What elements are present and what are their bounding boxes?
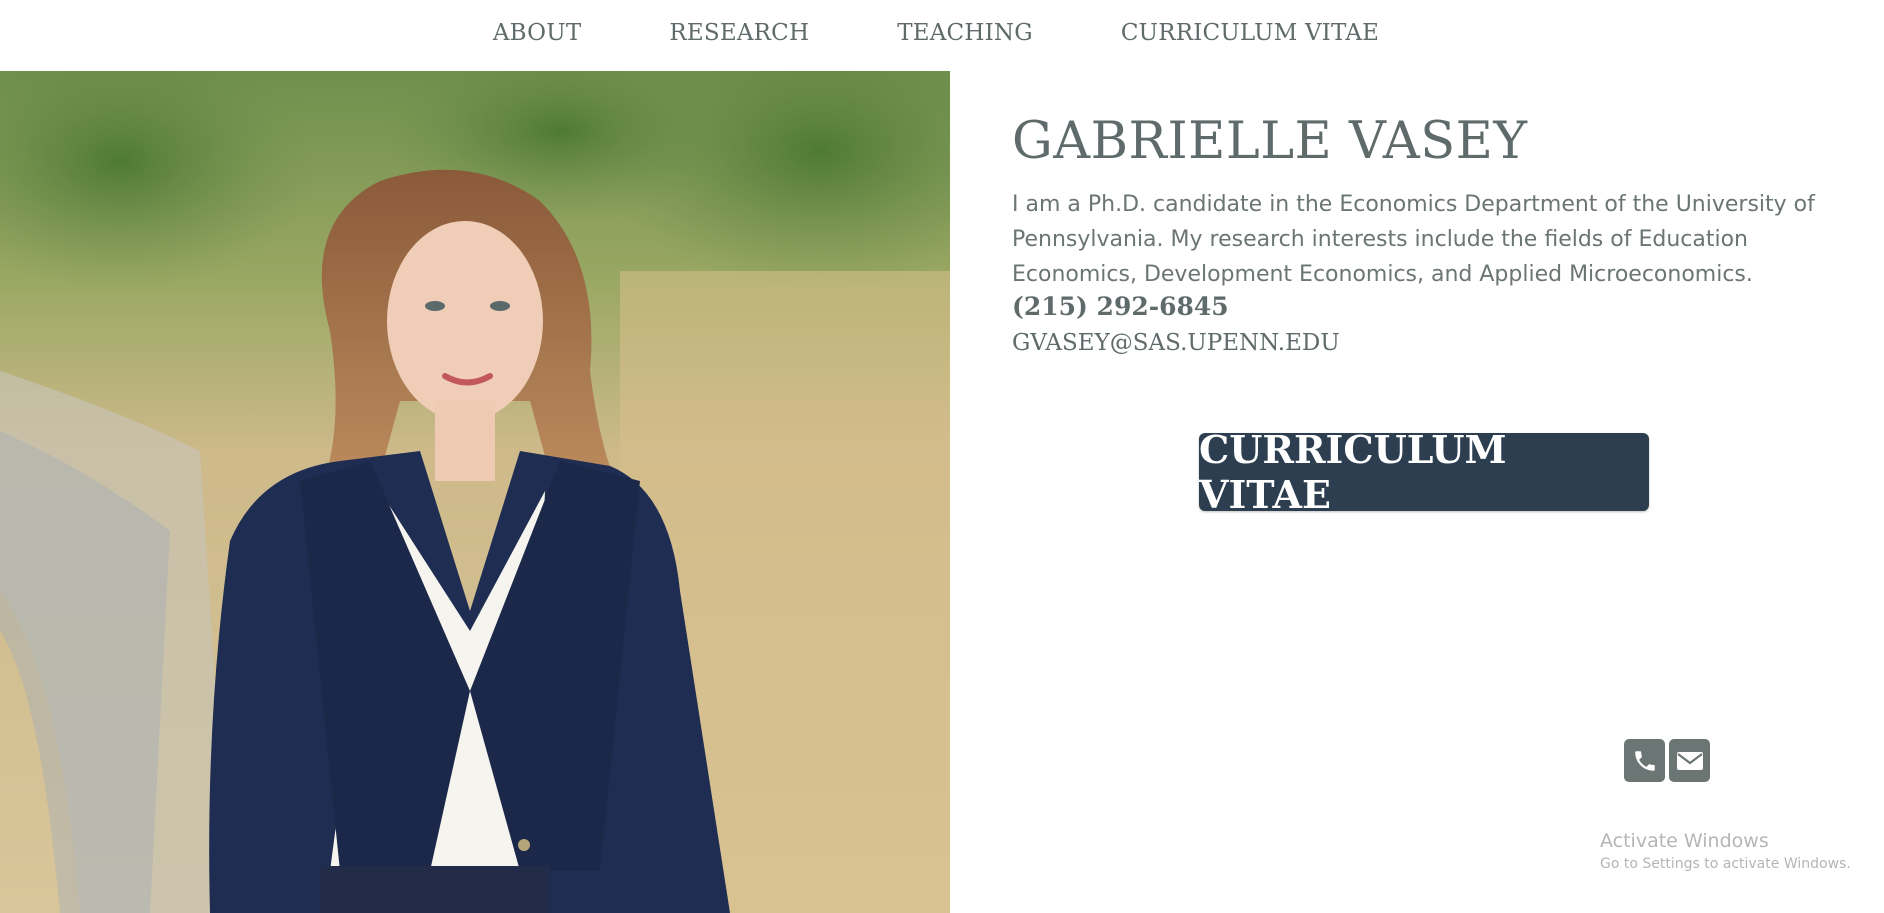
- windows-activation-watermark: Activate Windows Go to Settings to activ…: [1600, 830, 1851, 872]
- profile-name: GABRIELLE VASEY: [1012, 112, 1528, 171]
- watermark-subtitle: Go to Settings to activate Windows.: [1600, 856, 1851, 872]
- phone-icon[interactable]: [1624, 739, 1665, 782]
- profile-content: GABRIELLE VASEY I am a Ph.D. candidate i…: [1012, 112, 1842, 356]
- profile-email: GVASEY@SAS.UPENN.EDU: [1012, 330, 1340, 356]
- profile-photo-illustration: [0, 71, 950, 913]
- profile-phone: (215) 292-6845: [1012, 292, 1229, 321]
- envelope-icon[interactable]: [1669, 739, 1710, 782]
- social-icons: [1624, 739, 1710, 782]
- nav-curriculum-vitae[interactable]: CURRICULUM VITAE: [1121, 20, 1379, 46]
- curriculum-vitae-button[interactable]: CURRICULUM VITAE: [1199, 427, 1649, 517]
- profile-photo: [0, 71, 950, 913]
- nav-teaching[interactable]: TEACHING: [897, 20, 1033, 46]
- top-navigation: ABOUT RESEARCH TEACHING CURRICULUM VITAE: [0, 0, 1884, 71]
- nav-research[interactable]: RESEARCH: [669, 20, 809, 46]
- profile-bio: I am a Ph.D. candidate in the Economics …: [1012, 192, 1815, 287]
- nav-about[interactable]: ABOUT: [493, 20, 582, 46]
- watermark-title: Activate Windows: [1600, 830, 1769, 852]
